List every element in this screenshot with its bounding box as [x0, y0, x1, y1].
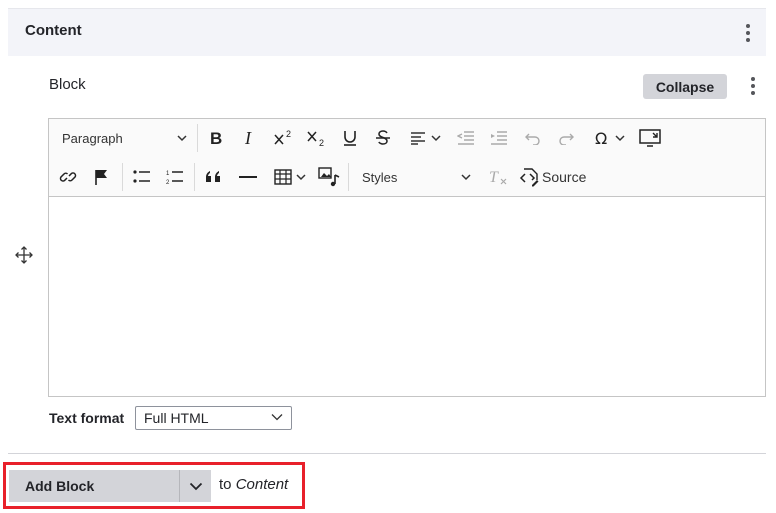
source-label: Source [542, 169, 587, 185]
underline-icon[interactable] [337, 124, 363, 152]
add-block-dropdown-toggle[interactable] [179, 470, 211, 502]
move-icon[interactable] [15, 246, 33, 264]
bold-icon[interactable]: B [203, 124, 229, 152]
block-more-vertical-icon[interactable] [750, 77, 756, 95]
svg-text:B: B [210, 130, 222, 146]
toolbar-separator [197, 124, 198, 152]
blockquote-icon[interactable] [201, 163, 227, 191]
block-label: Block [49, 76, 86, 93]
chevron-down-icon [177, 135, 187, 142]
paragraph-format-dropdown[interactable]: Paragraph [53, 124, 189, 152]
horizontal-line-icon[interactable] [235, 163, 261, 191]
section-more-vertical-icon[interactable] [745, 24, 751, 42]
chevron-down-icon [430, 135, 441, 142]
chevron-down-icon [461, 174, 471, 181]
section-title: Content [25, 22, 82, 39]
chevron-down-icon [189, 482, 202, 490]
text-format-label: Text format [49, 410, 125, 426]
chevron-down-icon [296, 174, 306, 181]
to-prefix: to [219, 476, 232, 493]
media-icon[interactable] [315, 163, 343, 191]
editor-toolbar: Paragraph B I 2 2 Ω 1 2 Styles T Source [49, 119, 765, 197]
align-dropdown[interactable] [405, 124, 445, 152]
text-format-select[interactable]: Full HTML [135, 406, 292, 430]
styles-dropdown[interactable]: Styles [355, 163, 473, 191]
undo-icon[interactable] [520, 124, 546, 152]
svg-text:2: 2 [286, 129, 291, 139]
toolbar-separator [122, 163, 123, 191]
svg-text:1: 1 [166, 171, 170, 177]
text-format-value: Full HTML [144, 410, 209, 426]
fullscreen-icon[interactable] [636, 124, 664, 152]
svg-text:I: I [244, 130, 252, 146]
superscript-icon[interactable]: 2 [271, 124, 297, 152]
strikethrough-icon[interactable] [370, 124, 396, 152]
svg-text:Ω: Ω [595, 129, 607, 147]
svg-text:2: 2 [319, 138, 324, 147]
chevron-down-icon [614, 135, 625, 142]
divider [8, 453, 766, 454]
redo-icon[interactable] [553, 124, 579, 152]
table-icon [274, 169, 292, 185]
toolbar-separator [194, 163, 195, 191]
source-icon [519, 168, 539, 187]
indent-icon[interactable] [486, 124, 512, 152]
special-characters-dropdown[interactable]: Ω [588, 124, 630, 152]
table-dropdown[interactable] [269, 163, 311, 191]
add-block-target: to Content [219, 476, 288, 493]
source-button[interactable]: Source [519, 163, 591, 191]
anchor-flag-icon[interactable] [89, 163, 115, 191]
svg-text:T: T [489, 169, 499, 186]
remove-format-icon[interactable]: T [485, 163, 511, 191]
styles-label: Styles [362, 169, 398, 185]
subscript-icon[interactable]: 2 [304, 124, 330, 152]
rich-text-editor: Paragraph B I 2 2 Ω 1 2 Styles T Source [48, 118, 766, 397]
to-target: Content [235, 476, 289, 493]
toolbar-separator [348, 163, 349, 191]
bulleted-list-icon[interactable] [129, 163, 155, 191]
chevron-down-icon [271, 414, 283, 421]
special-characters-icon: Ω [595, 129, 607, 147]
collapse-button[interactable]: Collapse [643, 74, 727, 99]
numbered-list-icon[interactable]: 12 [162, 163, 188, 191]
paragraph-format-label: Paragraph [62, 130, 123, 146]
svg-text:2: 2 [166, 180, 170, 185]
section-header: Content [8, 8, 766, 56]
outdent-icon[interactable] [453, 124, 479, 152]
editor-content-area[interactable] [49, 197, 765, 396]
add-block-button[interactable]: Add Block [9, 470, 179, 502]
italic-icon[interactable]: I [237, 124, 263, 152]
link-icon[interactable] [55, 163, 81, 191]
align-icon [410, 132, 425, 145]
